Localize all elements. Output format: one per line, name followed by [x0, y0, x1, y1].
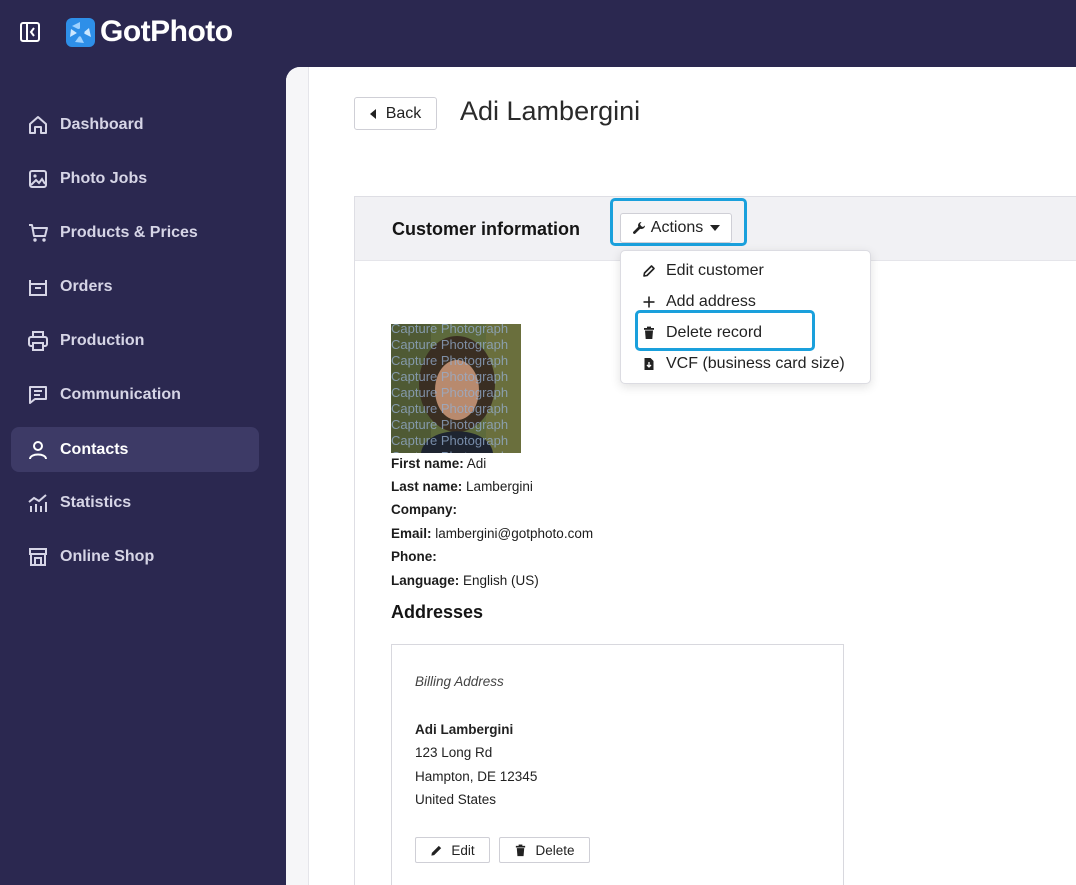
- field-first-name: First name: Adi: [391, 456, 487, 471]
- gotphoto-logo[interactable]: GotPhoto: [66, 15, 233, 48]
- section-title: Customer information: [392, 219, 581, 239]
- caret-left-icon: [369, 108, 376, 119]
- sidebar-item-dashboard[interactable]: Dashboard: [11, 102, 259, 147]
- cart-icon: [27, 222, 49, 244]
- top-bar: GotPhoto: [0, 0, 1076, 67]
- user-icon: [27, 439, 49, 461]
- home-icon: [27, 114, 49, 136]
- menu-item-label: VCF (business card size): [666, 355, 845, 372]
- delete-record-highlight: [635, 310, 815, 351]
- sidebar-item-communication[interactable]: Communication: [11, 372, 259, 417]
- menu-item-label: Add address: [666, 293, 756, 310]
- address-city: Hampton, DE 12345: [415, 769, 538, 784]
- pencil-icon: [431, 845, 442, 856]
- logo-mark-icon: [66, 17, 95, 47]
- sidebar-item-label: Online Shop: [60, 547, 155, 565]
- delete-address-button[interactable]: Delete: [499, 837, 590, 863]
- sidebar-item-orders[interactable]: Orders: [11, 264, 259, 309]
- message-icon: [27, 384, 49, 406]
- sidebar-item-photo-jobs[interactable]: Photo Jobs: [11, 156, 259, 201]
- printer-icon: [27, 330, 49, 352]
- sidebar: Dashboard Photo Jobs Products & Prices O…: [0, 67, 286, 885]
- sidebar-item-products-prices[interactable]: Products & Prices: [11, 210, 259, 255]
- sidebar-item-contacts[interactable]: Contacts: [11, 427, 259, 472]
- menu-item-vcf[interactable]: VCF (business card size): [621, 349, 870, 379]
- sidebar-item-label: Dashboard: [60, 115, 144, 133]
- billing-address-card: Billing Address Adi Lambergini 123 Long …: [391, 644, 844, 885]
- trash-icon: [516, 844, 526, 856]
- field-company: Company:: [391, 502, 458, 517]
- field-email: Email: lambergini@gotphoto.com: [391, 526, 594, 541]
- pencil-icon: [643, 265, 655, 277]
- menu-item-label: Edit customer: [666, 262, 764, 279]
- field-phone: Phone:: [391, 549, 437, 564]
- actions-button[interactable]: Actions: [620, 213, 732, 243]
- store-icon: [27, 546, 49, 568]
- back-label: Back: [385, 104, 422, 122]
- sidebar-item-label: Orders: [60, 277, 113, 295]
- sidebar-item-label: Production: [60, 331, 145, 349]
- image-icon: [27, 168, 49, 190]
- caret-down-icon: [710, 225, 721, 231]
- address-country: United States: [415, 792, 497, 807]
- sidebar-item-label: Statistics: [60, 493, 132, 511]
- back-button[interactable]: Back: [354, 97, 437, 130]
- sidebar-item-label: Communication: [60, 385, 181, 403]
- plus-icon: [643, 296, 655, 308]
- sidebar-item-statistics[interactable]: Statistics: [11, 480, 259, 525]
- wrench-icon: [632, 222, 645, 234]
- customer-photo[interactable]: Capture Photograph Capture Photograph Ca…: [391, 324, 521, 453]
- file-download-icon: [644, 358, 654, 370]
- sidebar-toggle-icon[interactable]: [19, 21, 41, 43]
- sidebar-item-label: Products & Prices: [60, 223, 198, 241]
- address-street: 123 Long Rd: [415, 745, 493, 760]
- sidebar-item-online-shop[interactable]: Online Shop: [11, 534, 259, 579]
- sidebar-item-label: Contacts: [60, 440, 129, 458]
- field-language: Language: English (US): [391, 573, 539, 588]
- chart-icon: [27, 492, 49, 514]
- address-type: Billing Address: [415, 674, 504, 689]
- actions-label: Actions: [650, 219, 704, 236]
- box-icon: [27, 276, 49, 298]
- content-edge: [286, 67, 309, 885]
- main-content: Back Adi Lambergini Customer information…: [286, 67, 1076, 885]
- brand-name: GotPhoto: [100, 15, 233, 48]
- page-title: Adi Lambergini: [460, 96, 641, 126]
- field-last-name: Last name: Lambergini: [391, 479, 533, 494]
- menu-item-edit-customer[interactable]: Edit customer: [621, 256, 870, 286]
- address-name: Adi Lambergini: [415, 722, 514, 737]
- sidebar-item-label: Photo Jobs: [60, 169, 148, 187]
- addresses-heading: Addresses: [391, 602, 484, 622]
- sidebar-item-production[interactable]: Production: [11, 318, 259, 363]
- edit-address-button[interactable]: Edit: [415, 837, 490, 863]
